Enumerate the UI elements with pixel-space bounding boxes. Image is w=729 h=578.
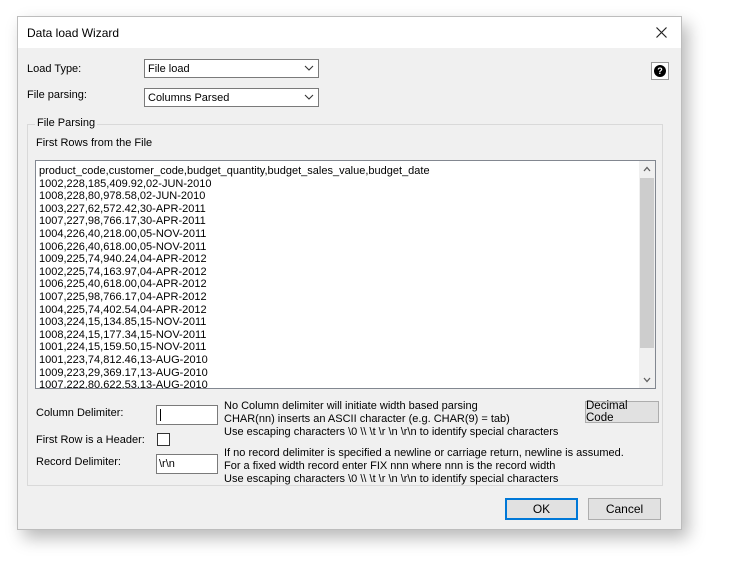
file-row: 1007,227,98,766.17,30-APR-2011	[39, 215, 206, 228]
column-delimiter-field[interactable]	[159, 407, 215, 423]
cancel-button[interactable]: Cancel	[588, 498, 661, 520]
first-rows-content: product_code,customer_code,budget_quanti…	[39, 165, 629, 389]
close-icon	[655, 27, 667, 38]
file-row: 1002,225,74,163.97,04-APR-2012	[39, 265, 207, 278]
file-row: 1004,225,74,402.54,04-APR-2012	[39, 303, 207, 316]
decimal-code-button[interactable]: Decimal Code	[585, 400, 659, 424]
load-type-select[interactable]: File load	[144, 59, 319, 78]
scroll-down-button[interactable]	[639, 372, 655, 388]
file-row: 1003,224,15,134.85,15-NOV-2011	[39, 316, 207, 329]
column-delimiter-label: Column Delimiter:	[36, 407, 124, 419]
file-row: 1009,223,29,369.17,13-AUG-2010	[39, 366, 208, 379]
file-row: 1008,228,80,978.58,02-JUN-2010	[39, 190, 206, 203]
file-row: 1006,226,40,618.00,05-NOV-2011	[39, 240, 207, 253]
file-row: 1007,222,80,622.53,13-AUG-2010	[39, 379, 208, 389]
file-row: 1001,223,74,812.46,13-AUG-2010	[39, 353, 208, 366]
load-type-label: Load Type:	[27, 63, 82, 75]
close-button[interactable]	[641, 17, 681, 48]
file-parsing-group-title: File Parsing	[35, 117, 98, 129]
dialog-title: Data load Wizard	[27, 26, 120, 40]
scrollbar-thumb[interactable]	[640, 178, 654, 348]
scroll-down-arrow-icon	[643, 377, 651, 383]
chevron-down-icon	[304, 94, 314, 100]
file-row: 1007,225,98,766.17,04-APR-2012	[39, 290, 207, 303]
load-type-value: File load	[148, 63, 190, 75]
record-delimiter-hint: If no record delimiter is specified a ne…	[224, 447, 624, 485]
data-load-wizard-dialog: Data load Wizard Load Type: File load Fi…	[17, 16, 682, 530]
chevron-down-icon	[304, 65, 314, 71]
file-row: product_code,customer_code,budget_quanti…	[39, 165, 430, 177]
file-row: 1006,225,40,618.00,04-APR-2012	[39, 278, 207, 291]
help-button[interactable]: ?	[651, 62, 669, 80]
record-delimiter-label: Record Delimiter:	[36, 456, 121, 468]
file-row: 1009,225,74,940.24,04-APR-2012	[39, 253, 207, 266]
title-bar: Data load Wizard	[18, 17, 681, 48]
record-delimiter-input[interactable]	[156, 454, 218, 474]
column-delimiter-hint: No Column delimiter will initiate width …	[224, 400, 559, 438]
file-row: 1002,228,185,409.92,02-JUN-2010	[39, 177, 212, 190]
ok-button[interactable]: OK	[505, 498, 578, 520]
help-icon: ?	[654, 65, 666, 77]
scroll-up-arrow-icon	[643, 166, 651, 172]
first-rows-textarea[interactable]: product_code,customer_code,budget_quanti…	[35, 160, 656, 389]
vertical-scrollbar[interactable]	[639, 161, 655, 388]
file-row: 1001,224,15,159.50,15-NOV-2011	[39, 341, 207, 354]
first-row-header-checkbox[interactable]	[157, 433, 170, 446]
file-parsing-label: File parsing:	[27, 89, 87, 101]
text-caret	[160, 409, 161, 421]
scroll-up-button[interactable]	[639, 161, 655, 177]
first-rows-label: First Rows from the File	[36, 137, 153, 149]
file-parsing-value: Columns Parsed	[148, 92, 230, 104]
file-row: 1004,226,40,218.00,05-NOV-2011	[39, 227, 207, 240]
file-row: 1003,227,62,572.42,30-APR-2011	[39, 202, 206, 215]
file-row: 1008,224,15,177.34,15-NOV-2011	[39, 328, 207, 341]
column-delimiter-input[interactable]	[156, 405, 218, 425]
file-parsing-select[interactable]: Columns Parsed	[144, 88, 319, 107]
record-delimiter-field[interactable]	[159, 456, 215, 472]
first-row-header-label: First Row is a Header:	[36, 434, 145, 446]
